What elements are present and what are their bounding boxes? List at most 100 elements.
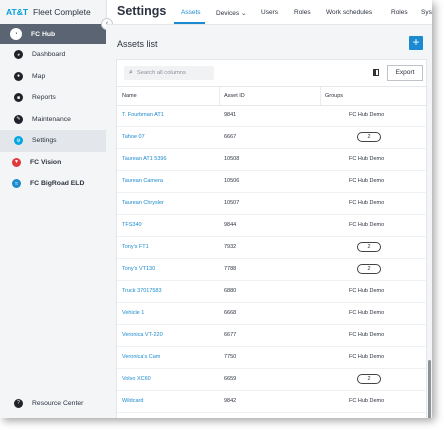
asset-id-cell: 10508 [224,156,240,162]
main-content: Assets list + ⌕ Search all columns Expor… [106,25,432,418]
bigroad-icon: ≈ [12,179,21,189]
group-cell: FC Hub Demo [349,332,385,338]
group-cell: FC Hub Demo [349,310,385,316]
asset-id-cell: 7750 [224,354,237,360]
sidebar-item-fc-vision[interactable]: ▼ FC Vision [0,152,106,174]
search-input[interactable]: ⌕ Search all columns [124,66,214,80]
map-icon: ● [14,71,23,81]
columns-toggle-icon[interactable] [373,69,379,76]
tab-system[interactable]: Sys [421,9,432,16]
att-logo-text: AT&T [6,7,29,17]
sidebar-item-fc-bigroad[interactable]: ≈ FC BigRoad ELD [0,173,106,195]
tab-work-schedules[interactable]: Work schedules [326,9,372,16]
group-cell: FC Hub Demo [349,200,385,206]
asset-id-cell: 6667 [224,134,237,140]
reports-icon: ■ [14,93,23,103]
table-body: T. Fourbman AT1 9841 FC Hub Demo Tahoe 07 66… [117,105,426,418]
table-row[interactable]: Tahoe 07 6667 2 [117,127,426,149]
tab-assets[interactable]: Assets [181,9,201,16]
sidebar-item-map[interactable]: ● Map [0,66,106,88]
asset-id-cell: 6880 [224,288,237,294]
table-row[interactable]: Taurean Camera 10506 FC Hub Demo [117,171,426,193]
asset-id-cell: 9841 [224,112,237,118]
table-row[interactable]: Truck 37017583 6880 FC Hub Demo [117,281,426,303]
asset-name-link[interactable]: Taurean Camera [122,178,163,184]
sidebar-item-dashboard[interactable]: ◕ Dashboard [0,44,106,66]
tab-devices[interactable]: Devices ⌄ [216,9,246,17]
table-row[interactable]: Veronica's Cam 7750 FC Hub Demo [117,347,426,369]
sidebar-item-label: FC BigRoad ELD [30,180,85,188]
asset-name-link[interactable]: Veronica's Cam [122,354,160,360]
brand-name: Fleet Complete [33,7,91,17]
resource-center[interactable]: ? Resource Center [0,393,120,415]
table-row[interactable]: Tony's VT130 7788 2 [117,259,426,281]
sidebar-item-label: Settings [32,137,57,145]
maintenance-icon: ✎ [14,114,23,124]
table-row[interactable]: Vehicle 1 6668 FC Hub Demo [117,303,426,325]
brand-logo[interactable]: AT&T Fleet Complete [0,0,106,24]
asset-name-link[interactable]: TFS340 [122,222,142,228]
table-row[interactable]: TFS340 9844 FC Hub Demo [117,215,426,237]
group-count-badge[interactable]: 2 [357,264,381,274]
settings-icon: ⚙ [14,136,23,146]
search-icon: ⌕ [129,69,133,76]
page-title: Assets list [117,39,158,49]
app-window: AT&T Fleet Complete ◔ FC Hub ◕ Dashboard… [0,0,432,418]
asset-name-link[interactable]: Tahoe 07 [122,134,145,140]
sidebar-item-maintenance[interactable]: ✎ Maintenance [0,109,106,131]
sidebar-item-label: Dashboard [32,51,66,59]
asset-name-link[interactable]: Tony's VT130 [122,266,155,272]
table-header: Name Asset ID Groups [117,86,426,106]
sidebar-item-label: Map [32,72,46,80]
sidebar-item-label: Reports [32,94,56,102]
table-row[interactable]: Taurean Chrysler 10507 FC Hub Demo [117,193,426,215]
sidebar: AT&T Fleet Complete ◔ FC Hub ◕ Dashboard… [0,0,107,418]
group-count-badge[interactable]: 2 [357,242,381,252]
asset-name-link[interactable]: Vehicle 1 [122,310,144,316]
asset-name-link[interactable]: Taurean AT1 5396 [122,156,167,162]
group-cell: FC Hub Demo [349,178,385,184]
export-button[interactable]: Export [387,65,423,81]
asset-name-link[interactable]: T. Fourbman AT1 [122,112,164,118]
asset-name-link[interactable]: Truck 37017583 [122,288,162,294]
scrollbar-thumb[interactable] [428,360,431,418]
group-count-badge[interactable]: 2 [357,132,381,142]
active-tab-indicator [174,22,205,24]
table-row[interactable]: T. Fourbman AT1 9841 FC Hub Demo [117,105,426,127]
asset-id-cell: 6677 [224,332,237,338]
table-row[interactable]: Tony's FT1 7932 2 [117,237,426,259]
table-row[interactable]: Wildcard 9842 FC Hub Demo [117,391,426,413]
group-count-badge[interactable]: 2 [357,374,381,384]
chevron-down-icon: ⌄ [240,10,247,17]
table-row[interactable]: Volvo XC60 6659 2 [117,369,426,391]
asset-id-cell: 7788 [224,266,237,272]
column-divider [219,87,220,105]
sidebar-item-label: FC Vision [30,158,62,166]
tab-roles[interactable]: Roles [294,9,311,16]
asset-name-link[interactable]: Tony's FT1 [122,244,149,250]
add-asset-button[interactable]: + [409,36,423,50]
sidebar-item-fc-hub[interactable]: ◔ FC Hub [0,24,106,44]
asset-id-cell: 6668 [224,310,237,316]
tab-users[interactable]: Users [261,9,278,16]
column-header-asset-id[interactable]: Asset ID [224,93,245,99]
dashboard-icon: ◕ [14,50,23,60]
asset-name-link[interactable]: Volvo XC60 [122,376,151,382]
sidebar-item-reports[interactable]: ■ Reports [0,87,106,109]
asset-id-cell: 10506 [224,178,240,184]
tab-devices-label: Devices [216,10,240,17]
tab-roles-2[interactable]: Roles [391,9,408,16]
group-cell: FC Hub Demo [349,398,385,404]
fc-vision-icon: ▼ [12,157,21,167]
asset-name-link[interactable]: Veronica VT-220 [122,332,163,338]
column-divider [320,87,321,105]
table-row[interactable]: Taurean AT1 5396 10508 FC Hub Demo [117,149,426,171]
column-header-groups[interactable]: Groups [325,93,343,99]
sidebar-item-settings[interactable]: ⚙ Settings [0,130,106,152]
table-row[interactable] [117,413,426,418]
asset-name-link[interactable]: Taurean Chrysler [122,200,164,206]
table-row[interactable]: Veronica VT-220 6677 FC Hub Demo [117,325,426,347]
asset-name-link[interactable]: Wildcard [122,398,143,404]
asset-id-cell: 7932 [224,244,237,250]
column-header-name[interactable]: Name [122,93,137,99]
